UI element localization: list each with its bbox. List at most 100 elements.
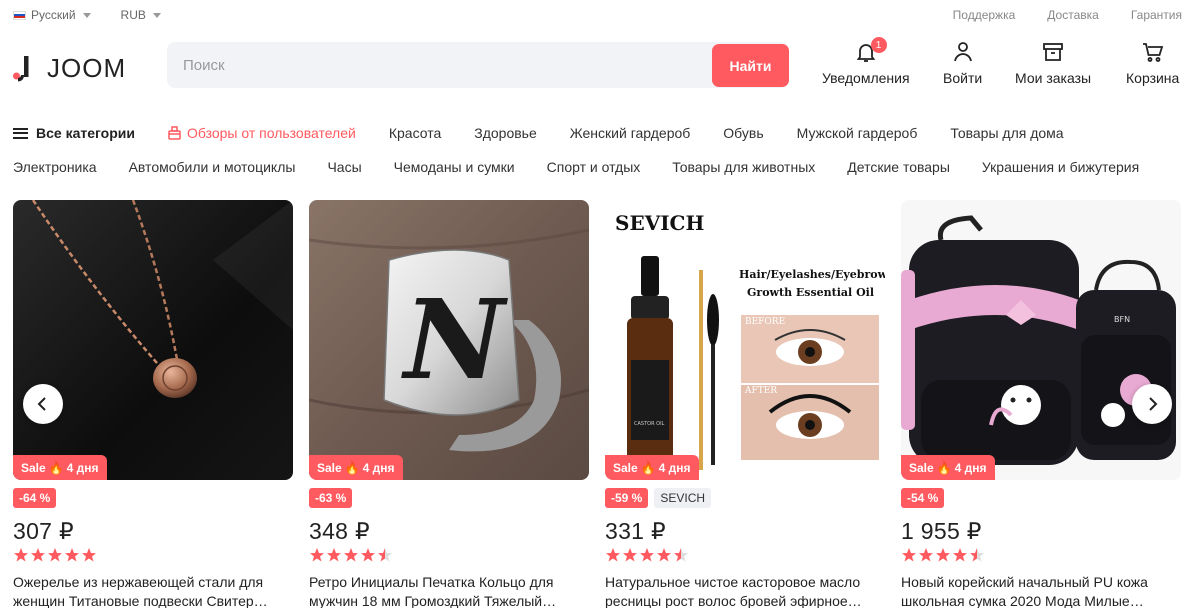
- image-headline: Hair/Eyelashes/Eyebrow: [739, 268, 885, 281]
- search-input[interactable]: [167, 42, 712, 88]
- sale-label: Sale: [317, 460, 342, 475]
- star-icon: [344, 548, 358, 562]
- star-icon: [674, 548, 688, 562]
- sevich-logo: SEVICH: [615, 211, 704, 235]
- star-icon: [82, 548, 96, 562]
- product-title[interactable]: Ожерелье из нержавеющей стали для женщин…: [13, 573, 293, 608]
- discount-badge: -64 %: [13, 488, 57, 508]
- product-image-backpack[interactable]: BFN Sale 🔥 4 дня: [901, 200, 1181, 480]
- user-reviews-label: Обзоры от пользователей: [186, 125, 356, 141]
- star-icon: [970, 548, 984, 562]
- support-link[interactable]: Поддержка: [953, 8, 1016, 22]
- sale-badge: Sale 🔥 4 дня: [309, 455, 403, 480]
- box-icon: [1043, 43, 1063, 61]
- product-title[interactable]: Натуральное чистое касторовое масло ресн…: [605, 573, 885, 608]
- category-mens-clothing[interactable]: Мужской гардероб: [797, 125, 918, 141]
- product-price: 1 955 ₽: [901, 518, 982, 544]
- my-orders-button[interactable]: Мои заказы: [1015, 40, 1091, 86]
- category-womens-clothing[interactable]: Женский гардероб: [570, 125, 691, 141]
- product-title[interactable]: Ретро Инициалы Печатка Кольцо для мужчин…: [309, 573, 589, 608]
- chevron-down-icon: [82, 12, 91, 18]
- product-card[interactable]: BFN Sale 🔥 4 дня -54 % 1 955 ₽ Новый кор…: [901, 200, 1181, 608]
- category-nav-row-1: Все категории Обзоры от пользователей Кр…: [13, 124, 1064, 142]
- delivery-link[interactable]: Доставка: [1047, 8, 1099, 22]
- product-image-ring[interactable]: N Sale 🔥 4 дня: [309, 200, 589, 480]
- star-icon: [65, 548, 79, 562]
- star-icon: [953, 548, 967, 562]
- category-health[interactable]: Здоровье: [474, 125, 537, 141]
- chevron-right-icon: [1149, 397, 1158, 411]
- star-icon: [48, 548, 62, 562]
- logo-text: JOOM: [47, 53, 127, 83]
- search-bar: Найти: [167, 42, 789, 88]
- chevron-left-icon: [37, 397, 46, 411]
- bag-brand-label: BFN: [1114, 315, 1130, 324]
- sale-label: Sale: [21, 460, 46, 475]
- currency-label: RUB: [120, 8, 146, 22]
- star-icon: [936, 548, 950, 562]
- all-categories-button[interactable]: Все категории: [13, 125, 135, 141]
- category-watches[interactable]: Часы: [327, 159, 361, 175]
- star-icon: [378, 548, 392, 562]
- category-kids[interactable]: Детские товары: [847, 159, 950, 175]
- fire-icon: 🔥: [640, 460, 656, 475]
- star-icon: [623, 548, 637, 562]
- fire-icon: 🔥: [936, 460, 952, 475]
- cart-label: Корзина: [1126, 70, 1180, 86]
- russia-flag-icon: [13, 10, 26, 20]
- language-label: Русский: [31, 8, 76, 22]
- discount-badge: -63 %: [309, 488, 353, 508]
- star-icon: [640, 548, 654, 562]
- chevron-down-icon: [152, 12, 161, 18]
- category-auto-moto[interactable]: Автомобили и мотоциклы: [129, 159, 296, 175]
- sale-label: Sale: [613, 460, 638, 475]
- image-headline-2: Growth Essential Oil: [747, 286, 874, 299]
- cart-button[interactable]: Корзина: [1126, 40, 1179, 86]
- bottle-label: CASTOR OIL: [634, 421, 665, 427]
- product-card[interactable]: SEVICH Hair/Eyelashes/Eyebrow Growth Ess…: [605, 200, 885, 608]
- category-jewelry[interactable]: Украшения и бижутерия: [982, 159, 1139, 175]
- rating-stars: [13, 547, 97, 563]
- joom-logo-icon: [13, 55, 33, 82]
- sale-days: 4 дня: [954, 460, 987, 475]
- brand-badge[interactable]: SEVICH: [654, 488, 712, 508]
- rating-stars: [901, 547, 985, 563]
- logo[interactable]: JOOM: [13, 53, 126, 84]
- notification-badge: 1: [870, 37, 887, 53]
- fire-icon: 🔥: [344, 460, 360, 475]
- svg-text:N: N: [401, 275, 508, 404]
- sale-badge: Sale 🔥 4 дня: [901, 455, 995, 480]
- carousel-next-button[interactable]: [1132, 384, 1172, 424]
- warranty-link[interactable]: Гарантия: [1131, 8, 1182, 22]
- star-icon: [31, 548, 45, 562]
- carousel-prev-button[interactable]: [23, 384, 63, 424]
- language-selector[interactable]: Русский: [13, 8, 91, 22]
- product-card[interactable]: Sale 🔥 4 дня -64 % 307 ₽ Ожерелье из нер…: [13, 200, 293, 608]
- product-card[interactable]: N Sale 🔥 4 дня -63 % 348 ₽ Ретро Инициал…: [309, 200, 589, 608]
- category-shoes[interactable]: Обувь: [723, 125, 763, 141]
- sale-days: 4 дня: [658, 460, 691, 475]
- sale-label: Sale: [909, 460, 934, 475]
- star-icon: [361, 548, 375, 562]
- top-bar: Русский RUB Поддержка Доставка Гарантия: [0, 0, 1200, 30]
- category-electronics[interactable]: Электроника: [13, 159, 97, 175]
- category-bags[interactable]: Чемоданы и сумки: [394, 159, 515, 175]
- category-pets[interactable]: Товары для животных: [672, 159, 815, 175]
- notifications-button[interactable]: 1 Уведомления: [822, 37, 910, 86]
- discount-badge: -59 %: [605, 488, 649, 508]
- product-image-necklace[interactable]: Sale 🔥 4 дня: [13, 200, 293, 480]
- search-button[interactable]: Найти: [712, 44, 789, 87]
- star-icon: [657, 548, 671, 562]
- category-home[interactable]: Товары для дома: [950, 125, 1063, 141]
- product-title[interactable]: Новый корейский начальный PU кожа школьн…: [901, 573, 1181, 608]
- user-reviews-link[interactable]: Обзоры от пользователей: [168, 125, 356, 141]
- star-icon: [310, 548, 324, 562]
- category-beauty[interactable]: Красота: [389, 125, 441, 141]
- user-icon: [953, 42, 972, 62]
- login-button[interactable]: Войти: [943, 40, 982, 86]
- sale-badge: Sale 🔥 4 дня: [605, 455, 699, 480]
- category-sport[interactable]: Спорт и отдых: [547, 159, 641, 175]
- currency-selector[interactable]: RUB: [121, 8, 161, 22]
- my-orders-label: Мои заказы: [1015, 70, 1092, 86]
- product-image-castor-oil[interactable]: SEVICH Hair/Eyelashes/Eyebrow Growth Ess…: [605, 200, 885, 480]
